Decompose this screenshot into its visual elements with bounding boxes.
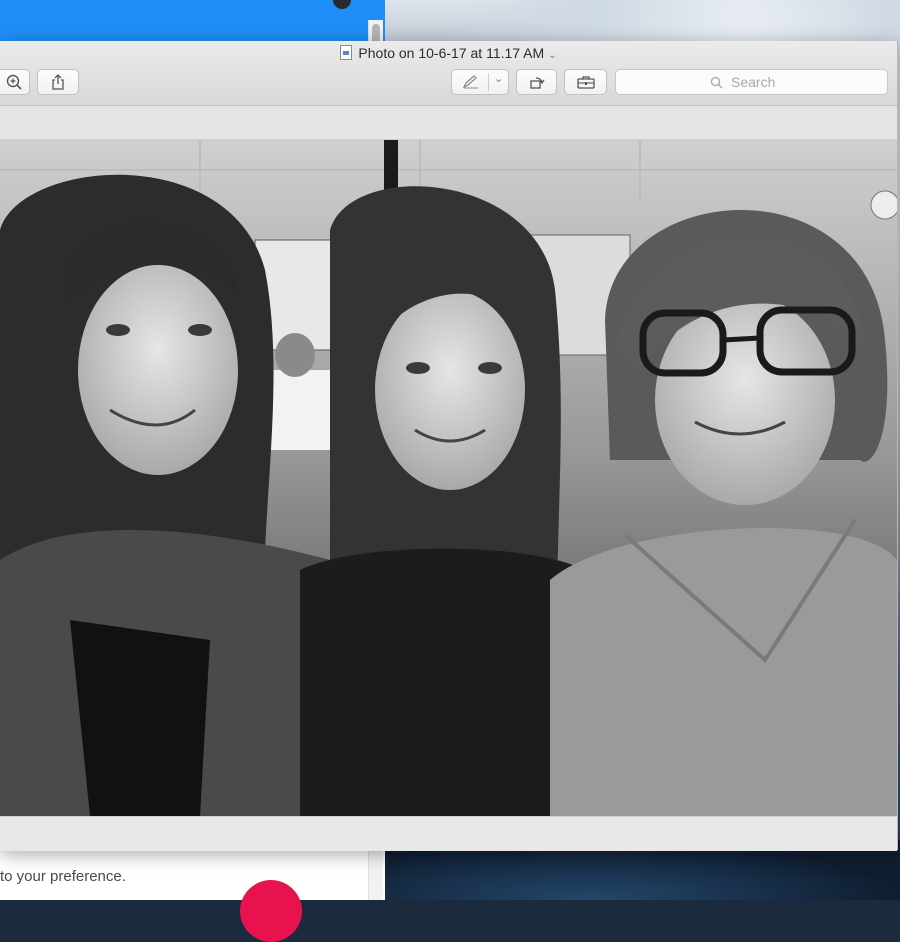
floating-action-button[interactable] <box>240 880 302 942</box>
window-bottom-bar <box>0 816 897 851</box>
share-button[interactable] <box>37 69 79 95</box>
rotate-icon <box>529 77 544 89</box>
search-icon <box>710 76 723 88</box>
share-icon <box>52 74 64 90</box>
document-icon <box>340 45 353 60</box>
preview-window: Photo on 10-6-17 at 11.17 AM ⌄ ⌄ Search <box>0 41 898 851</box>
chevron-down-icon[interactable]: ⌄ <box>548 50 556 61</box>
preference-text: to your preference. <box>0 868 126 885</box>
search-input[interactable] <box>729 73 793 91</box>
search-field[interactable] <box>615 69 888 95</box>
rotate-button[interactable] <box>516 69 557 95</box>
zoom-in-icon <box>6 74 22 90</box>
markup-menu-chevron-icon[interactable]: ⌄ <box>494 72 503 85</box>
photo-image <box>0 140 897 816</box>
window-subbar <box>0 106 897 140</box>
toolbox-button[interactable] <box>564 69 607 95</box>
zoom-in-button[interactable] <box>0 69 30 95</box>
background-app-header <box>0 0 385 42</box>
window-title: Photo on 10-6-17 at 11.17 AM <box>358 45 545 61</box>
photo-content <box>0 140 897 816</box>
pen-icon <box>462 75 478 89</box>
toolbox-icon <box>576 76 595 89</box>
markup-button[interactable]: ⌄ <box>451 69 509 95</box>
window-titlebar: Photo on 10-6-17 at 11.17 AM ⌄ ⌄ Search <box>0 41 897 106</box>
header-dot <box>333 0 351 9</box>
window-title-container[interactable]: Photo on 10-6-17 at 11.17 AM ⌄ <box>0 45 897 61</box>
markup-divider <box>488 73 489 91</box>
